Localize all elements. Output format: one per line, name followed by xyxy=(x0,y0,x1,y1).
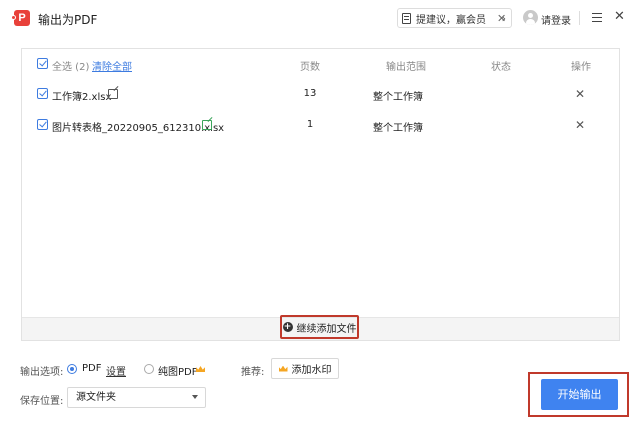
settings-link[interactable]: 设置 xyxy=(106,363,126,378)
file-list-header: 全选 (2) 清除全部 页数 输出范围 状态 操作 xyxy=(22,55,619,75)
app-logo-icon: P xyxy=(11,10,30,26)
file-pages: 13 xyxy=(303,88,317,99)
plus-circle-icon: + xyxy=(282,322,293,332)
suggest-button[interactable]: 提建议，赢会员 › xyxy=(397,8,512,28)
file-range[interactable]: 整个工作簿 xyxy=(362,88,434,103)
select-all-checkbox[interactable] xyxy=(37,58,48,69)
close-window-icon[interactable]: ✕ xyxy=(614,9,625,24)
window-title: 输出为PDF xyxy=(38,13,98,27)
column-header-range: 输出范围 xyxy=(386,62,426,73)
remove-file-icon[interactable]: ✕ xyxy=(575,118,585,132)
add-more-files-button[interactable]: + 继续添加文件 xyxy=(280,315,359,339)
select-all-label: 全选 (2) xyxy=(52,62,90,73)
edit-icon[interactable] xyxy=(202,120,212,130)
table-row: 工作簿2.xlsx 13 整个工作簿 ✕ xyxy=(22,85,619,105)
divider xyxy=(579,11,580,25)
file-name: 图片转表格_20220905_612310.xlsx xyxy=(52,123,225,134)
recommend-label: 推荐: xyxy=(241,367,265,378)
menu-icon[interactable] xyxy=(592,13,602,22)
file-list-panel: 全选 (2) 清除全部 页数 输出范围 状态 操作 工作簿2.xlsx 13 整… xyxy=(21,48,620,341)
file-range[interactable]: 整个工作簿 xyxy=(362,119,434,134)
save-location-label: 保存位置: xyxy=(20,396,64,407)
save-location-value: 源文件夹 xyxy=(76,392,116,403)
title-bar: P 输出为PDF 提建议，赢会员 › ✕ 请登录 ✕ xyxy=(0,0,640,36)
close-suggest-icon[interactable]: ✕ xyxy=(497,12,506,25)
add-watermark-button[interactable]: 添加水印 xyxy=(271,358,339,379)
save-location-select[interactable]: 源文件夹 xyxy=(67,387,206,408)
image-pdf-option-label[interactable]: 纯图PDF xyxy=(158,363,197,378)
remove-file-icon[interactable]: ✕ xyxy=(575,87,585,101)
avatar[interactable] xyxy=(523,10,538,25)
pdf-radio[interactable] xyxy=(67,364,77,374)
add-more-files-label: 继续添加文件 xyxy=(296,323,357,335)
edit-icon[interactable] xyxy=(108,89,118,99)
output-options-label: 输出选项: xyxy=(20,367,64,378)
file-checkbox[interactable] xyxy=(37,119,48,130)
column-header-pages: 页数 xyxy=(300,62,320,73)
image-pdf-radio[interactable] xyxy=(144,364,154,374)
column-header-actions: 操作 xyxy=(571,62,591,73)
file-checkbox[interactable] xyxy=(37,88,48,99)
column-header-status: 状态 xyxy=(491,62,511,73)
file-pages: 1 xyxy=(306,119,314,130)
clear-all-link[interactable]: 清除全部 xyxy=(92,58,132,73)
suggest-label: 提建议，赢会员 xyxy=(416,14,486,26)
chevron-down-icon xyxy=(192,395,198,399)
crown-icon xyxy=(278,365,288,372)
clipboard-icon xyxy=(402,12,411,24)
table-row: 图片转表格_20220905_612310.xlsx 1 整个工作簿 ✕ xyxy=(22,116,619,136)
pdf-option-label[interactable]: PDF xyxy=(82,363,101,374)
start-output-button[interactable]: 开始输出 xyxy=(541,379,618,410)
add-watermark-label: 添加水印 xyxy=(291,365,332,376)
file-name: 工作簿2.xlsx xyxy=(52,92,112,103)
login-link[interactable]: 请登录 xyxy=(541,12,571,27)
